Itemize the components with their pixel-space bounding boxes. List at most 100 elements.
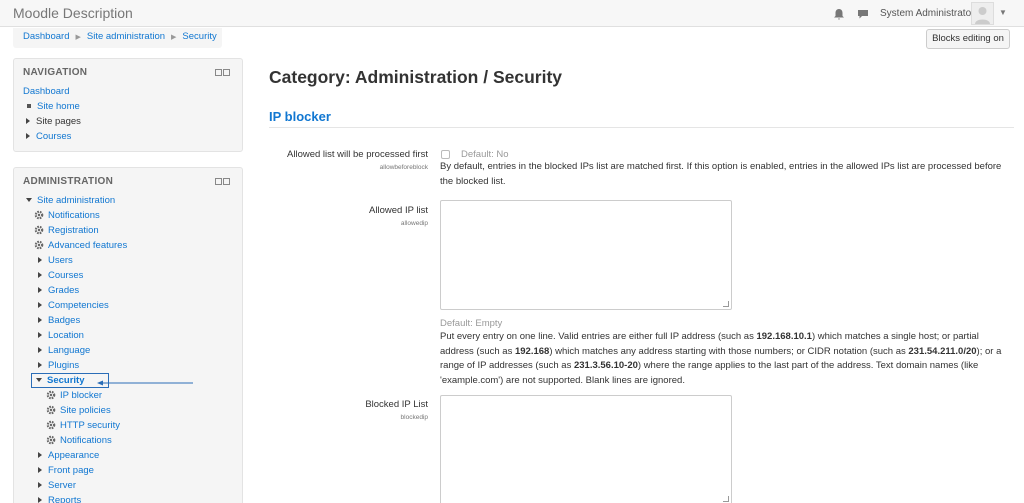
- nav-item-courses[interactable]: Courses: [23, 130, 71, 144]
- chevron-down-icon[interactable]: ▼: [999, 8, 1007, 17]
- admin-item-courses[interactable]: Courses: [35, 269, 83, 283]
- page-title: Category: Administration / Security: [269, 67, 563, 87]
- setting-description: By default, entries in the blocked IPs l…: [440, 161, 1002, 187]
- admin-item-grades[interactable]: Grades: [35, 284, 79, 298]
- admin-item-site-administration[interactable]: Site administration: [25, 194, 115, 208]
- expand-icon[interactable]: [38, 317, 42, 324]
- admin-item-label[interactable]: Front page: [48, 465, 94, 476]
- bell-icon[interactable]: [832, 7, 846, 21]
- breadcrumb-security[interactable]: Security: [182, 31, 216, 42]
- admin-item-site-policies[interactable]: Site policies: [46, 404, 111, 418]
- admin-item-label[interactable]: Users: [48, 255, 73, 266]
- admin-item-label[interactable]: Language: [48, 345, 90, 356]
- section-divider: [269, 127, 1014, 128]
- expand-icon[interactable]: [38, 482, 42, 489]
- gear-icon: [34, 241, 44, 250]
- admin-item-label[interactable]: Site administration: [37, 195, 115, 206]
- resize-handle-icon[interactable]: [723, 496, 729, 502]
- admin-item-label[interactable]: Notifications: [60, 435, 112, 446]
- admin-item-server[interactable]: Server: [35, 479, 76, 493]
- admin-item-reports[interactable]: Reports: [35, 494, 81, 503]
- admin-item-label[interactable]: Courses: [48, 270, 83, 281]
- setting-description: Put every entry on one line. Valid entri…: [440, 330, 1005, 388]
- nav-item-label[interactable]: Site home: [37, 101, 80, 112]
- expand-icon[interactable]: [38, 347, 42, 354]
- admin-item-label[interactable]: Competencies: [48, 300, 109, 311]
- admin-item-label[interactable]: Advanced features: [48, 240, 127, 251]
- administration-block-title: ADMINISTRATION: [23, 176, 114, 187]
- setting-key-allowedip: allowedip: [400, 220, 428, 227]
- chevron-right-icon: ▶: [171, 34, 177, 41]
- admin-item-advanced-features[interactable]: Advanced features: [34, 239, 127, 253]
- setting-key-blockedip: blockedip: [400, 414, 428, 421]
- user-name[interactable]: System Administrator: [880, 8, 974, 19]
- administration-block: ADMINISTRATION Site administration Notif…: [13, 167, 243, 503]
- blockedip-textarea[interactable]: [440, 395, 732, 503]
- navigation-block: NAVIGATION Dashboard Site home Site page…: [13, 58, 243, 152]
- expand-icon[interactable]: [38, 272, 42, 279]
- resize-handle-icon[interactable]: [723, 301, 729, 307]
- collapse-tree-icon[interactable]: [26, 197, 32, 202]
- allowbeforeblock-checkbox[interactable]: [441, 150, 450, 159]
- avatar[interactable]: [971, 2, 994, 25]
- blocks-editing-button[interactable]: Blocks editing on: [926, 29, 1010, 49]
- block-controls[interactable]: [215, 177, 232, 185]
- gear-icon: [46, 436, 56, 445]
- admin-item-label[interactable]: Location: [48, 330, 84, 341]
- admin-item-front-page[interactable]: Front page: [35, 464, 94, 478]
- admin-item-label[interactable]: Grades: [48, 285, 79, 296]
- admin-item-label[interactable]: Reports: [48, 495, 81, 503]
- admin-item-ip-blocker[interactable]: IP blocker: [46, 389, 102, 403]
- expand-icon[interactable]: [38, 467, 42, 474]
- user-icon: [975, 7, 990, 24]
- expand-icon[interactable]: [26, 118, 30, 125]
- site-brand[interactable]: Moodle Description: [13, 5, 133, 21]
- admin-item-location[interactable]: Location: [35, 329, 84, 343]
- breadcrumb-site-administration[interactable]: Site administration: [87, 31, 165, 42]
- expand-icon[interactable]: [38, 332, 42, 339]
- dock-icon[interactable]: [215, 69, 222, 76]
- admin-item-badges[interactable]: Badges: [35, 314, 80, 328]
- nav-item-label[interactable]: Dashboard: [23, 86, 69, 97]
- expand-icon[interactable]: [38, 302, 42, 309]
- nav-item-dashboard[interactable]: Dashboard: [23, 85, 69, 99]
- admin-item-label[interactable]: Badges: [48, 315, 80, 326]
- collapse-icon[interactable]: [223, 69, 230, 76]
- description-text: Put every entry on one line. Valid entri…: [440, 331, 757, 342]
- admin-item-label[interactable]: Plugins: [48, 360, 79, 371]
- admin-item-registration[interactable]: Registration: [34, 224, 99, 238]
- expand-icon[interactable]: [38, 497, 42, 503]
- expand-icon[interactable]: [38, 362, 42, 369]
- expand-icon[interactable]: [38, 257, 42, 264]
- dock-icon[interactable]: [215, 178, 222, 185]
- bullet-icon: [27, 103, 31, 108]
- expand-icon[interactable]: [38, 452, 42, 459]
- expand-icon[interactable]: [38, 287, 42, 294]
- gear-icon: [46, 391, 56, 400]
- admin-item-notifications[interactable]: Notifications: [34, 209, 100, 223]
- breadcrumb-dashboard[interactable]: Dashboard: [23, 31, 69, 42]
- admin-item-label[interactable]: Site policies: [60, 405, 111, 416]
- admin-item-plugins[interactable]: Plugins: [35, 359, 79, 373]
- expand-icon[interactable]: [26, 133, 30, 140]
- collapse-icon[interactable]: [223, 178, 230, 185]
- setting-label-allowedip: Allowed IP list: [369, 205, 428, 216]
- admin-item-label[interactable]: IP blocker: [60, 390, 102, 401]
- admin-item-label[interactable]: HTTP security: [60, 420, 120, 431]
- allowedip-textarea[interactable]: [440, 200, 732, 310]
- admin-item-competencies[interactable]: Competencies: [35, 299, 109, 313]
- nav-item-label[interactable]: Courses: [36, 131, 71, 142]
- admin-item-label[interactable]: Appearance: [48, 450, 99, 461]
- message-icon[interactable]: [856, 7, 870, 21]
- admin-item-users[interactable]: Users: [35, 254, 73, 268]
- nav-item-site-home[interactable]: Site home: [23, 100, 80, 114]
- nav-item-site-pages[interactable]: Site pages: [23, 115, 81, 129]
- admin-item-label[interactable]: Server: [48, 480, 76, 491]
- admin-item-http-security[interactable]: HTTP security: [46, 419, 120, 433]
- admin-item-label[interactable]: Notifications: [48, 210, 100, 221]
- admin-item-label[interactable]: Registration: [48, 225, 99, 236]
- admin-item-language[interactable]: Language: [35, 344, 90, 358]
- admin-item-appearance[interactable]: Appearance: [35, 449, 99, 463]
- admin-item-security-notifications[interactable]: Notifications: [46, 434, 112, 448]
- block-controls[interactable]: [215, 68, 232, 76]
